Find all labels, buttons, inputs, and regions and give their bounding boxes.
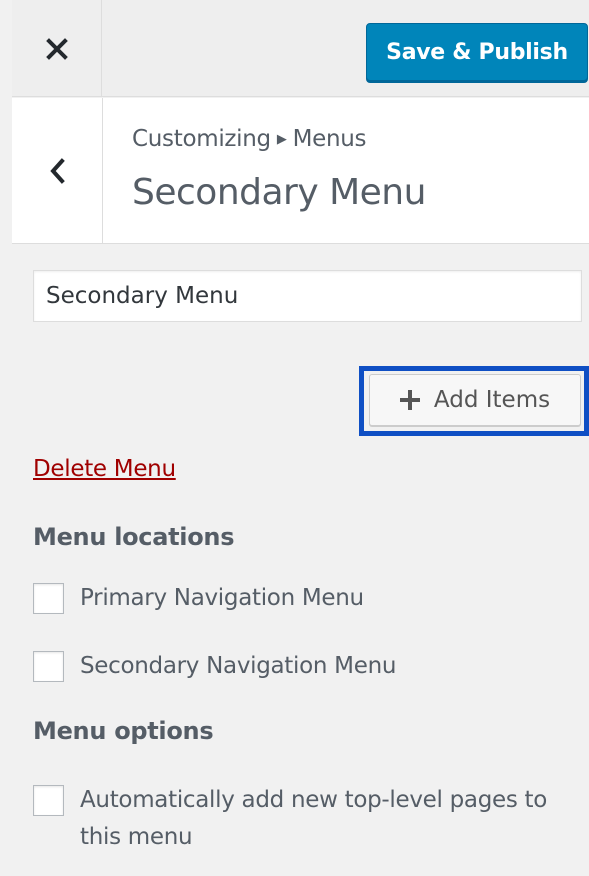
delete-menu-link[interactable]: Delete Menu: [33, 456, 176, 482]
location-primary-label: Primary Navigation Menu: [80, 585, 364, 611]
menu-options-heading: Menu options: [33, 717, 214, 745]
save-publish-button[interactable]: Save & Publish: [366, 23, 588, 81]
location-primary-row: Primary Navigation Menu: [33, 583, 364, 617]
close-button[interactable]: [12, 0, 102, 97]
chevron-left-icon: [50, 158, 65, 184]
auto-add-label-line1: Automatically add new top-level pages to: [80, 787, 548, 813]
menu-name-input[interactable]: [33, 270, 582, 322]
location-secondary-label: Secondary Navigation Menu: [80, 653, 397, 679]
customizer-header: Save & Publish: [12, 0, 589, 97]
plus-icon: [399, 390, 420, 410]
auto-add-label-line2: this menu: [80, 824, 193, 850]
location-secondary-checkbox[interactable]: [33, 651, 64, 682]
close-icon: [45, 37, 68, 60]
add-items-label: Add Items: [433, 387, 551, 413]
location-secondary-row: Secondary Navigation Menu: [33, 651, 396, 685]
section-header: Customizing ▶ Menus Secondary Menu: [12, 98, 589, 244]
breadcrumb: Customizing ▶ Menus: [132, 126, 367, 152]
add-items-button[interactable]: Add Items: [369, 374, 581, 426]
breadcrumb-customizing: Customizing: [132, 126, 271, 152]
page-title: Secondary Menu: [132, 172, 426, 213]
auto-add-checkbox[interactable]: [33, 785, 64, 816]
back-button[interactable]: [12, 98, 103, 244]
auto-add-label: Automatically add new top-level pages to…: [80, 782, 547, 856]
auto-add-row: Automatically add new top-level pages to…: [33, 785, 547, 856]
location-primary-checkbox[interactable]: [33, 583, 64, 614]
breadcrumb-menus: Menus: [292, 126, 367, 152]
menu-locations-heading: Menu locations: [33, 523, 235, 551]
breadcrumb-arrow-icon: ▶: [276, 131, 287, 147]
